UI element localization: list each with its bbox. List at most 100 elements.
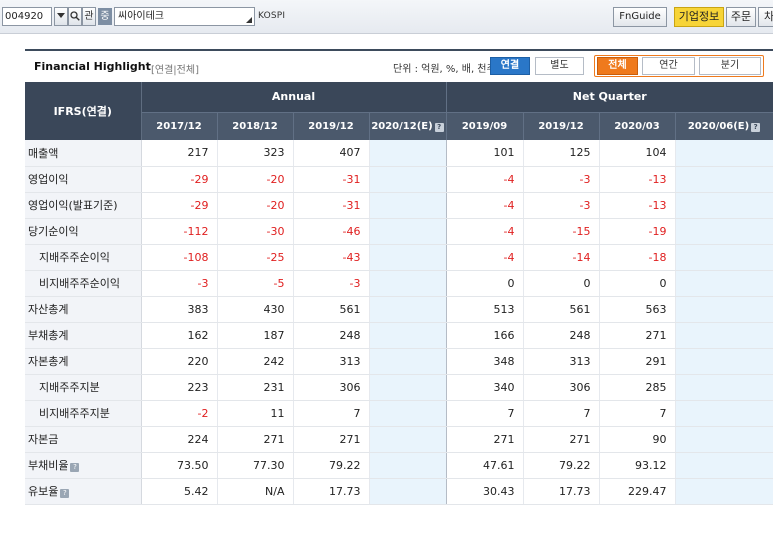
nav-chart[interactable]: 차 (758, 7, 773, 27)
quarter-value-cell: -4 (446, 166, 524, 193)
annual-value-cell: 561 (293, 296, 370, 323)
annual-value-cell: -31 (293, 192, 370, 219)
help-icon[interactable]: ? (70, 463, 80, 472)
row-label-text: 비지배주주순이익 (39, 277, 120, 290)
quarter-value-cell: -3 (523, 192, 600, 219)
quarter-value-cell: 306 (523, 374, 600, 401)
annual-value-cell: 430 (217, 296, 294, 323)
tab-all[interactable]: 전체 (597, 57, 638, 75)
quarter-value-cell (675, 374, 773, 401)
quarter-value-cell: 7 (523, 400, 600, 427)
quarter-value-cell (675, 452, 773, 479)
table-row: 부채총계 162 187 248 166 248 271 (25, 322, 773, 349)
code-dropdown-button[interactable] (54, 7, 68, 26)
tab-annual[interactable]: 연간 (642, 57, 695, 75)
annual-value-cell: -5 (217, 270, 294, 297)
quarter-value-cell: 17.73 (523, 478, 600, 505)
related-stocks-button[interactable]: 관 (82, 7, 96, 26)
market-label: KOSPI (258, 11, 286, 21)
annual-value-cell: 73.50 (141, 452, 218, 479)
dropdown-icon (57, 13, 65, 18)
period-label: 2019/12 (538, 120, 584, 132)
quarter-value-cell (675, 270, 773, 297)
quarter-value-cell: 79.22 (523, 452, 600, 479)
annual-period-header: 2018/12 (217, 112, 294, 140)
annual-value-cell: 77.30 (217, 452, 294, 479)
quarter-value-cell: 313 (523, 348, 600, 375)
nav-order[interactable]: 주문 (726, 7, 756, 27)
tab-quarter[interactable]: 분기 (699, 57, 761, 75)
company-name: 씨아이테크 (118, 11, 164, 22)
annual-value-cell: 242 (217, 348, 294, 375)
quarter-value-cell (675, 192, 773, 219)
annual-value-cell: -46 (293, 218, 370, 245)
annual-value-cell: 224 (141, 426, 218, 453)
quarter-value-cell (675, 322, 773, 349)
annual-value-cell: 79.22 (293, 452, 370, 479)
nav-company-info[interactable]: 기업정보 (674, 7, 724, 27)
row-label-text: 자본총계 (28, 355, 69, 368)
annual-value-cell (369, 374, 447, 401)
quarter-value-cell: -15 (523, 218, 600, 245)
table-row: 자본총계 220 242 313 348 313 291 (25, 348, 773, 375)
quarter-value-cell: -4 (446, 244, 524, 271)
row-label: 지배주주지분 (25, 374, 142, 401)
quarter-value-cell: -4 (446, 192, 524, 219)
annual-value-cell (369, 322, 447, 349)
panel-subtitle: [연결|전체] (151, 65, 199, 76)
tab-separate[interactable]: 별도 (535, 57, 584, 75)
annual-value-cell: -2 (141, 400, 218, 427)
quarter-value-cell: 563 (599, 296, 676, 323)
annual-value-cell: 271 (293, 426, 370, 453)
row-label: 영업이익(발표기준) (25, 192, 142, 219)
annual-value-cell: 306 (293, 374, 370, 401)
annual-value-cell: 217 (141, 140, 218, 167)
row-label: 비지배주주순이익 (25, 270, 142, 297)
panel-header: Financial Highlight [연결|전체] 단위 : 억원, %, … (25, 49, 773, 82)
quarter-value-cell: 248 (523, 322, 600, 349)
table-row: 자본금 224 271 271 271 271 90 (25, 426, 773, 453)
quarter-value-cell: -3 (523, 166, 600, 193)
row-label: 매출액 (25, 140, 142, 167)
row-label-text: 자본금 (28, 433, 59, 446)
quarter-value-cell: 561 (523, 296, 600, 323)
quarter-period-header: 2019/12 (523, 112, 600, 140)
table-row: 지배주주순이익 -108 -25 -43 -4 -14 -18 (25, 244, 773, 271)
quarter-value-cell: 0 (446, 270, 524, 297)
row-label-text: 지배주주지분 (39, 381, 100, 394)
annual-value-cell (369, 270, 447, 297)
quarter-value-cell: 104 (599, 140, 676, 167)
search-button[interactable] (68, 7, 82, 26)
period-label: 2017/12 (156, 120, 202, 132)
annual-value-cell: 323 (217, 140, 294, 167)
unit-text: 단위 : 억원, %, 배, 천주 (393, 64, 496, 75)
annual-value-cell: 7 (293, 400, 370, 427)
annual-value-cell (369, 478, 447, 505)
quarter-value-cell (675, 244, 773, 271)
stock-code-input[interactable]: 004920 (2, 7, 52, 26)
quarter-value-cell: 93.12 (599, 452, 676, 479)
quarter-value-cell: 285 (599, 374, 676, 401)
quarter-value-cell: 166 (446, 322, 524, 349)
fnguide-button[interactable]: FnGuide (613, 7, 667, 27)
annual-value-cell: 11 (217, 400, 294, 427)
annual-value-cell (369, 140, 447, 167)
tab-consolidated[interactable]: 연결 (490, 57, 530, 75)
quarter-value-cell: 101 (446, 140, 524, 167)
help-icon[interactable]: ? (751, 122, 761, 132)
help-icon[interactable]: ? (60, 489, 70, 498)
row-label-text: 영업이익 (28, 173, 69, 186)
period-label: 2020/12(E) (371, 120, 433, 132)
quarter-value-cell: 125 (523, 140, 600, 167)
table-row: 영업이익 -29 -20 -31 -4 -3 -13 (25, 166, 773, 193)
row-label-text: 유보율 (28, 485, 59, 498)
row-label-text: 지배주주순이익 (39, 251, 110, 264)
row-label-text: 영업이익(발표기준) (28, 199, 118, 212)
resize-grip-icon (246, 17, 252, 23)
company-name-field[interactable]: 씨아이테크 (114, 7, 255, 26)
table-row: 당기순이익 -112 -30 -46 -4 -15 -19 (25, 218, 773, 245)
help-icon[interactable]: ? (434, 122, 444, 132)
annual-value-cell: -29 (141, 166, 218, 193)
quarter-value-cell: 0 (599, 270, 676, 297)
annual-value-cell: 5.42 (141, 478, 218, 505)
